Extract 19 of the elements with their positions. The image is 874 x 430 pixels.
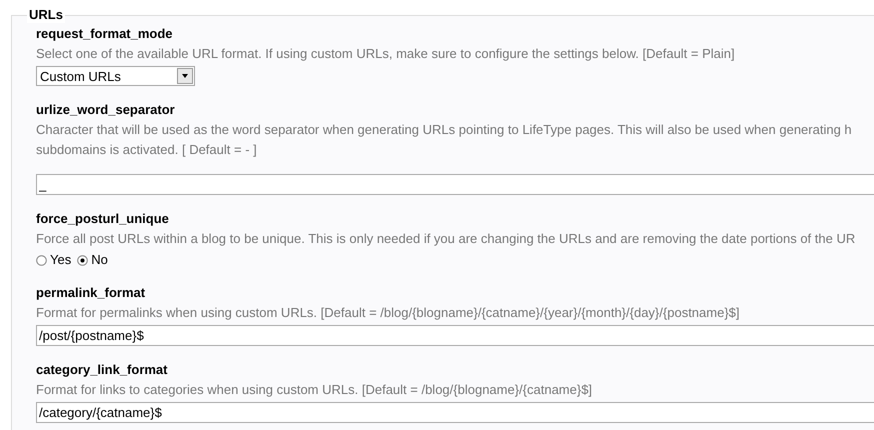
setting-description: Select one of the available URL format. If using custom URLs, make sure to configure the settings below. [Default = Plain]: [36, 45, 736, 63]
setting-name: force_posturl_unique: [36, 210, 170, 228]
radio-option[interactable]: Yes: [36, 251, 72, 269]
setting-name: category_link_format: [36, 361, 168, 379]
text-field[interactable]: /post/{postname}$: [36, 325, 874, 346]
setting-description: Format for links to categories when using custom URLs. [Default = /blog/{blogname}/{catname}$]: [36, 381, 594, 399]
setting-description: Force all post URLs within a blog to be unique. This is only needed if you are changing the URLs and are removing the date portions of the UR: [36, 230, 856, 248]
setting-name: request_format_mode: [36, 25, 174, 43]
section-legend: URLs: [27, 7, 65, 23]
setting-description: Format for permalinks when using custom URLs. [Default = /blog/{blogname}/{catname}/{year}/{month}/{day}/{postname}$]: [36, 304, 741, 322]
radio-button[interactable]: [77, 254, 88, 266]
text-field[interactable]: /category/{catname}$: [36, 402, 874, 423]
format-dropdown[interactable]: Custom URLs: [36, 66, 195, 86]
text-field[interactable]: _: [36, 174, 874, 195]
setting-name: urlize_word_separator: [36, 101, 176, 119]
setting-name: permalink_format: [36, 284, 146, 302]
radio-button[interactable]: [36, 254, 47, 266]
radio-option[interactable]: No: [77, 251, 108, 269]
setting-description: Character that will be used as the word separator when generating URLs pointing to LifeType pages. This will also be used when generating h subdomains is activated. [ Default = - ]: [36, 121, 853, 159]
